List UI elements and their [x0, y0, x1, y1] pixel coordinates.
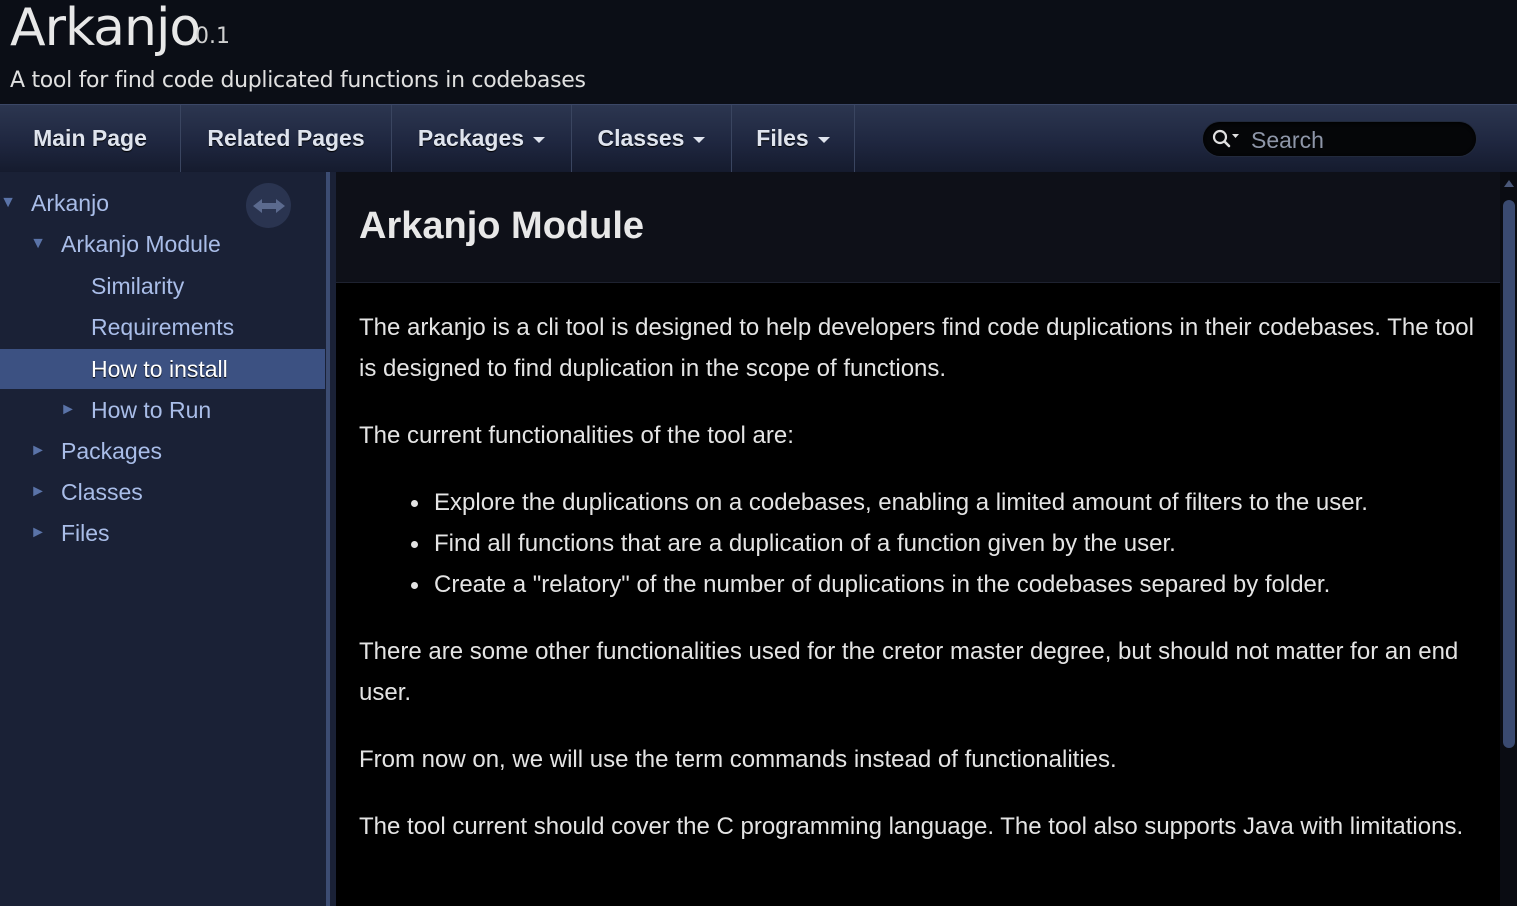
nav-packages-label: Packages [417, 125, 525, 151]
other-functionalities-paragraph: There are some other functionalities use… [359, 638, 1459, 706]
side-nav-splitter[interactable] [325, 172, 336, 906]
splitter-line [326, 172, 330, 906]
caret-down-icon [533, 136, 546, 143]
tree-item-files[interactable]: ► Files [0, 513, 325, 553]
page-contents: The arkanjo is a cli tool is designed to… [359, 307, 1489, 873]
list-item: Create a "relatory" of the number of dup… [411, 564, 1489, 605]
search-input[interactable] [1249, 124, 1468, 156]
tree-item-arkanjo-module[interactable]: ▼ Arkanjo Module [0, 224, 325, 264]
page-title: Arkanjo Module [359, 205, 645, 247]
scroll-thumb[interactable] [1503, 200, 1515, 748]
tree-item-how-to-install[interactable]: How to install [0, 349, 325, 389]
doc-content: Arkanjo Module The arkanjo is a cli tool… [336, 172, 1500, 906]
nav-related-pages[interactable]: Related Pages [181, 105, 392, 172]
sync-toggle-button[interactable] [246, 183, 291, 228]
list-item: Find all functions that are a duplicatio… [411, 523, 1489, 564]
search-box [1203, 122, 1476, 156]
intro-paragraph: The arkanjo is a cli tool is designed to… [359, 314, 1474, 382]
project-brief: A tool for find code duplicated function… [10, 68, 586, 93]
search-icon[interactable] [1212, 129, 1242, 154]
project-number: 0.1 [195, 24, 230, 49]
app-window: Arkanjo 0.1 A tool for find code duplica… [0, 0, 1517, 906]
nav-files[interactable]: Files [732, 105, 855, 172]
tree-item-label: Packages [61, 437, 163, 464]
tree-item-how-to-run[interactable]: ► How to Run [0, 390, 325, 430]
tree-item-label: How to install [91, 355, 228, 382]
nav-related-pages-label: Related Pages [207, 125, 365, 151]
expand-arrow-icon[interactable]: ► [30, 442, 46, 460]
page-header: Arkanjo Module [336, 172, 1500, 283]
list-item: Explore the duplications on a codebases,… [411, 482, 1489, 523]
nav-files-label: Files [756, 125, 809, 151]
title-area: Arkanjo 0.1 A tool for find code duplica… [0, 0, 1517, 104]
expand-arrow-icon[interactable]: ► [30, 524, 46, 542]
tree-item-label: Arkanjo Module [61, 230, 221, 257]
expand-arrow-icon[interactable]: ▼ [30, 235, 46, 253]
caret-down-icon [693, 136, 706, 143]
commands-note-paragraph: From now on, we will use the term comman… [359, 746, 1117, 773]
tree-item-classes[interactable]: ► Classes [0, 472, 325, 512]
tree-item-label: Arkanjo [31, 189, 109, 216]
expand-arrow-icon[interactable]: ► [30, 483, 46, 501]
caret-down-icon [817, 136, 830, 143]
tree-item-similarity[interactable]: Similarity [0, 266, 325, 306]
tree-item-label: Classes [61, 478, 143, 505]
tree-item-label: Requirements [91, 313, 235, 340]
project-name: Arkanjo [10, 0, 201, 58]
tree-item-packages[interactable]: ► Packages [0, 431, 325, 471]
tree-item-label: Similarity [91, 272, 185, 299]
functionalities-list: Explore the duplications on a codebases,… [359, 482, 1489, 605]
content-scrollbar[interactable] [1500, 172, 1517, 906]
functionalities-heading: The current functionalities of the tool … [359, 422, 794, 449]
expand-arrow-icon[interactable]: ► [60, 401, 76, 419]
nav-main-page-label: Main Page [33, 125, 147, 151]
tree-item-label: Files [61, 519, 110, 546]
tree-item-label: How to Run [91, 396, 212, 423]
nav-classes[interactable]: Classes [572, 105, 732, 172]
languages-paragraph: The tool current should cover the C prog… [359, 813, 1464, 840]
sync-arrows-icon [252, 198, 285, 213]
nav-classes-label: Classes [597, 125, 685, 151]
main-menu: Main Page Related Pages Packages Classes… [0, 104, 1517, 172]
nav-main-page[interactable]: Main Page [0, 105, 181, 172]
side-nav-tree: ▼ Arkanjo ▼ Arkanjo Module Similarity Re… [0, 172, 325, 906]
nav-packages[interactable]: Packages [392, 105, 572, 172]
scroll-up-arrow-icon[interactable] [1504, 180, 1514, 187]
tree-item-requirements[interactable]: Requirements [0, 307, 325, 347]
expand-arrow-icon[interactable]: ▼ [0, 194, 16, 212]
